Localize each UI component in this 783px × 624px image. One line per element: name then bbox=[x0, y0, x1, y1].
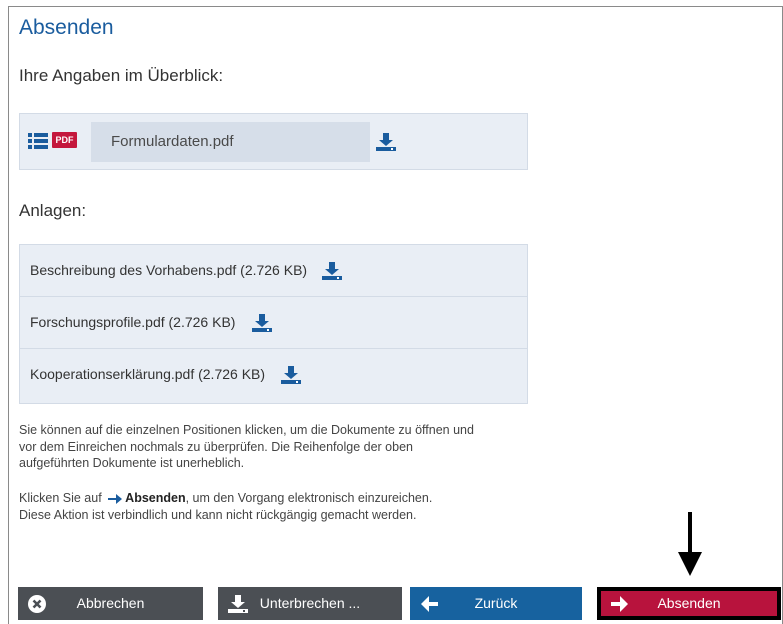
hint-suffix: , um den Vorgang elektronisch einzureich… bbox=[185, 491, 433, 505]
info-line: aufgeführten Dokumente ist unerheblich. bbox=[19, 456, 245, 470]
form-summary-box: PDF Formulardaten.pdf bbox=[19, 113, 528, 170]
pause-button[interactable]: Unterbrechen ... bbox=[218, 587, 402, 620]
attachment-item[interactable]: Kooperationserklärung.pdf (2.726 KB) bbox=[20, 349, 527, 401]
attachment-name[interactable]: Forschungsprofile.pdf (2.726 KB) bbox=[30, 314, 235, 330]
attachment-name[interactable]: Kooperationserklärung.pdf (2.726 KB) bbox=[30, 366, 265, 382]
cancel-button-label: Abbrechen bbox=[76, 595, 145, 611]
attachments-label: Anlagen: bbox=[19, 201, 87, 220]
send-button-label: Absenden bbox=[657, 595, 721, 611]
arrow-right-icon bbox=[108, 493, 123, 504]
download-icon[interactable] bbox=[252, 314, 272, 332]
pdf-icon: PDF bbox=[52, 132, 77, 148]
download-icon[interactable] bbox=[376, 133, 396, 151]
info-line: Sie können auf die einzelnen Positionen … bbox=[19, 423, 474, 437]
hint-prefix: Klicken Sie auf bbox=[19, 491, 102, 505]
download-icon[interactable] bbox=[281, 366, 301, 384]
download-icon[interactable] bbox=[322, 262, 342, 280]
page-title: Absenden bbox=[19, 16, 114, 39]
form-pdf-link[interactable]: Formulardaten.pdf bbox=[91, 122, 370, 162]
back-button-label: Zurück bbox=[474, 595, 518, 611]
hint-line: Diese Aktion ist verbindlich und kann ni… bbox=[19, 507, 417, 522]
send-button[interactable]: Absenden bbox=[597, 587, 781, 620]
attachments-list: Beschreibung des Vorhabens.pdf (2.726 KB… bbox=[19, 244, 528, 404]
overview-label: Ihre Angaben im Überblick: bbox=[19, 66, 224, 85]
hint-line: Klicken Sie auf Absenden, um den Vorgang… bbox=[19, 490, 539, 507]
down-arrow-pointer bbox=[678, 512, 702, 576]
cancel-button[interactable]: Abbrechen bbox=[18, 587, 203, 620]
info-paragraph: Sie können auf die einzelnen Positionen … bbox=[19, 422, 539, 472]
list-icon bbox=[28, 133, 48, 149]
back-button[interactable]: Zurück bbox=[410, 587, 582, 620]
attachment-item[interactable]: Forschungsprofile.pdf (2.726 KB) bbox=[20, 297, 527, 349]
hint-bold: Absenden bbox=[125, 491, 186, 505]
submit-hint: Klicken Sie auf Absenden, um den Vorgang… bbox=[19, 490, 539, 523]
info-line: vor dem Einreichen nochmals zu überprüfe… bbox=[19, 439, 413, 454]
attachment-item[interactable]: Beschreibung des Vorhabens.pdf (2.726 KB… bbox=[20, 245, 527, 297]
pause-button-label: Unterbrechen ... bbox=[259, 595, 361, 611]
attachment-name[interactable]: Beschreibung des Vorhabens.pdf (2.726 KB… bbox=[30, 262, 307, 278]
